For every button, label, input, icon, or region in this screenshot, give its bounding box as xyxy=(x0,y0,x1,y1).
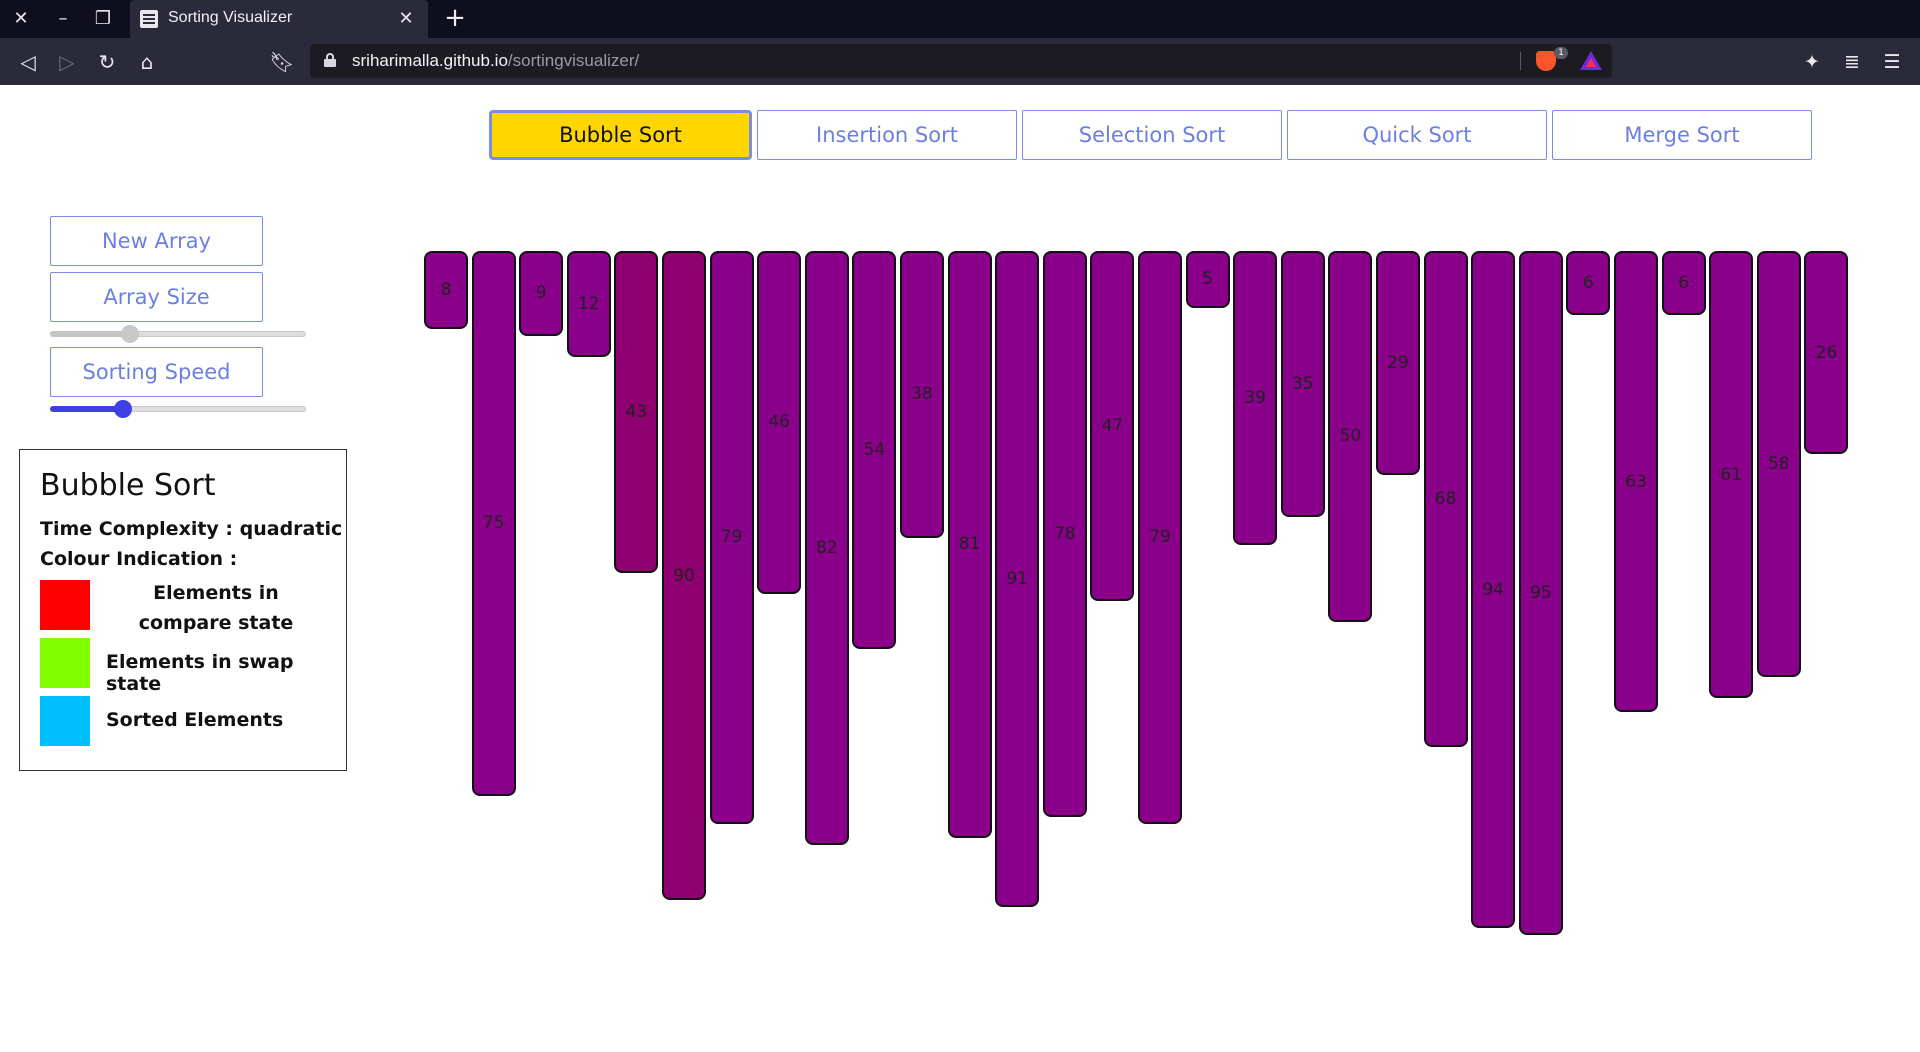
browser-toolbar: ◁ ▷ ↻ ⌂ 🔖︎ sriharimalla.github.io/sortin… xyxy=(0,38,1920,85)
bar-value-label: 8 xyxy=(440,279,452,300)
media-playlist-icon[interactable]: ≣ xyxy=(1836,46,1868,78)
bar-value-label: 82 xyxy=(815,537,838,558)
array-bar: 26 xyxy=(1804,251,1849,455)
home-icon[interactable]: ⌂ xyxy=(131,46,163,78)
url-host: sriharimalla.github.io xyxy=(352,51,508,70)
array-bar: 6 xyxy=(1566,251,1611,315)
array-bar: 91 xyxy=(995,251,1040,908)
bar-value-label: 50 xyxy=(1339,426,1362,447)
array-bar: 82 xyxy=(804,251,849,845)
page-favicon-icon xyxy=(140,10,158,28)
array-bar: 29 xyxy=(1376,251,1420,476)
brave-shields-icon[interactable] xyxy=(1536,51,1556,71)
array-bar: 75 xyxy=(471,251,516,796)
array-bar: 58 xyxy=(1756,251,1801,678)
array-bar: 12 xyxy=(566,251,611,357)
bar-value-label: 47 xyxy=(1101,415,1124,436)
array-bar: 90 xyxy=(662,251,706,901)
bar-value-label: 5 xyxy=(1202,269,1213,290)
bar-value-label: 58 xyxy=(1767,454,1790,475)
forward-icon[interactable]: ▷ xyxy=(51,46,83,78)
bar-value-label: 95 xyxy=(1529,583,1552,604)
array-bar: 50 xyxy=(1328,251,1373,622)
bar-value-label: 39 xyxy=(1244,387,1266,408)
array-bar: 6 xyxy=(1661,251,1706,315)
array-bar: 46 xyxy=(757,251,802,594)
bar-value-label: 6 xyxy=(1678,272,1689,293)
address-bar[interactable]: sriharimalla.github.io/sortingvisualizer… xyxy=(310,44,1612,78)
url-divider xyxy=(1520,52,1521,70)
array-bar: 35 xyxy=(1280,251,1325,517)
bar-value-label: 6 xyxy=(1582,272,1594,293)
bar-value-label: 79 xyxy=(1149,527,1171,548)
bar-value-label: 43 xyxy=(625,401,648,422)
browser-tab-bar: ✕ – ❐ Sorting Visualizer ✕ + xyxy=(0,0,1920,38)
menu-icon[interactable]: ☰ xyxy=(1876,46,1908,78)
tab-close-icon[interactable]: ✕ xyxy=(392,4,420,34)
minimize-icon[interactable]: – xyxy=(48,4,78,34)
lock-icon[interactable] xyxy=(324,53,336,67)
array-bar: 9 xyxy=(519,251,564,336)
array-bar: 94 xyxy=(1471,251,1516,929)
reload-icon[interactable]: ↻ xyxy=(91,46,123,78)
array-bar: 79 xyxy=(1138,251,1182,824)
array-bar: 79 xyxy=(709,251,754,824)
array-bar: 68 xyxy=(1423,251,1468,747)
browser-tab[interactable]: Sorting Visualizer ✕ xyxy=(130,0,428,38)
array-bar: 95 xyxy=(1518,251,1563,936)
bar-value-label: 38 xyxy=(911,384,933,405)
bar-value-label: 61 xyxy=(1720,464,1742,485)
shields-count-badge: 1 xyxy=(1554,47,1568,59)
array-bar: 47 xyxy=(1090,251,1135,601)
array-bar: 38 xyxy=(900,251,944,538)
url-text[interactable]: sriharimalla.github.io/sortingvisualizer… xyxy=(352,51,639,71)
tab-title: Sorting Visualizer xyxy=(168,9,293,26)
brave-rewards-icon[interactable] xyxy=(1580,51,1602,70)
bar-value-label: 79 xyxy=(720,527,743,548)
array-bar: 81 xyxy=(947,251,992,838)
new-tab-icon[interactable]: + xyxy=(440,4,470,34)
bar-value-label: 94 xyxy=(1482,579,1504,600)
bar-value-label: 78 xyxy=(1053,523,1076,544)
back-icon[interactable]: ◁ xyxy=(12,46,44,78)
array-bar: 54 xyxy=(852,251,897,650)
array-bar: 39 xyxy=(1233,251,1278,545)
bookmark-icon[interactable]: 🔖︎ xyxy=(266,46,298,78)
bar-value-label: 29 xyxy=(1387,353,1409,374)
extensions-icon[interactable]: ✦ xyxy=(1796,46,1828,78)
bar-value-label: 46 xyxy=(768,412,790,433)
bar-value-label: 9 xyxy=(535,283,547,304)
bar-value-label: 63 xyxy=(1625,471,1647,492)
bar-value-label: 68 xyxy=(1434,488,1457,509)
array-bar: 78 xyxy=(1042,251,1087,817)
array-bar: 5 xyxy=(1185,251,1230,308)
array-bar: 63 xyxy=(1614,251,1658,713)
array-bar: 61 xyxy=(1709,251,1754,699)
sorting-visualizer-page: Bubble Sort Insertion Sort Selection Sor… xyxy=(0,85,1920,1052)
bar-value-label: 90 xyxy=(673,565,695,586)
close-window-icon[interactable]: ✕ xyxy=(6,4,36,34)
array-bar: 43 xyxy=(614,251,659,573)
bar-value-label: 54 xyxy=(863,440,886,461)
array-bars: 8 75 9 12 43 90 79 46 82 54 38 81 91 78 47 79 5 39 35 50 29 6… xyxy=(0,85,1920,1052)
bar-value-label: 35 xyxy=(1291,373,1314,394)
bar-value-label: 12 xyxy=(577,293,600,314)
url-path: /sortingvisualizer/ xyxy=(507,51,640,70)
restore-icon[interactable]: ❐ xyxy=(88,4,118,34)
bar-value-label: 26 xyxy=(1815,342,1838,363)
array-bar: 8 xyxy=(424,251,468,329)
bar-value-label: 91 xyxy=(1006,569,1028,590)
bar-value-label: 75 xyxy=(482,513,505,534)
bar-value-label: 81 xyxy=(958,534,981,555)
